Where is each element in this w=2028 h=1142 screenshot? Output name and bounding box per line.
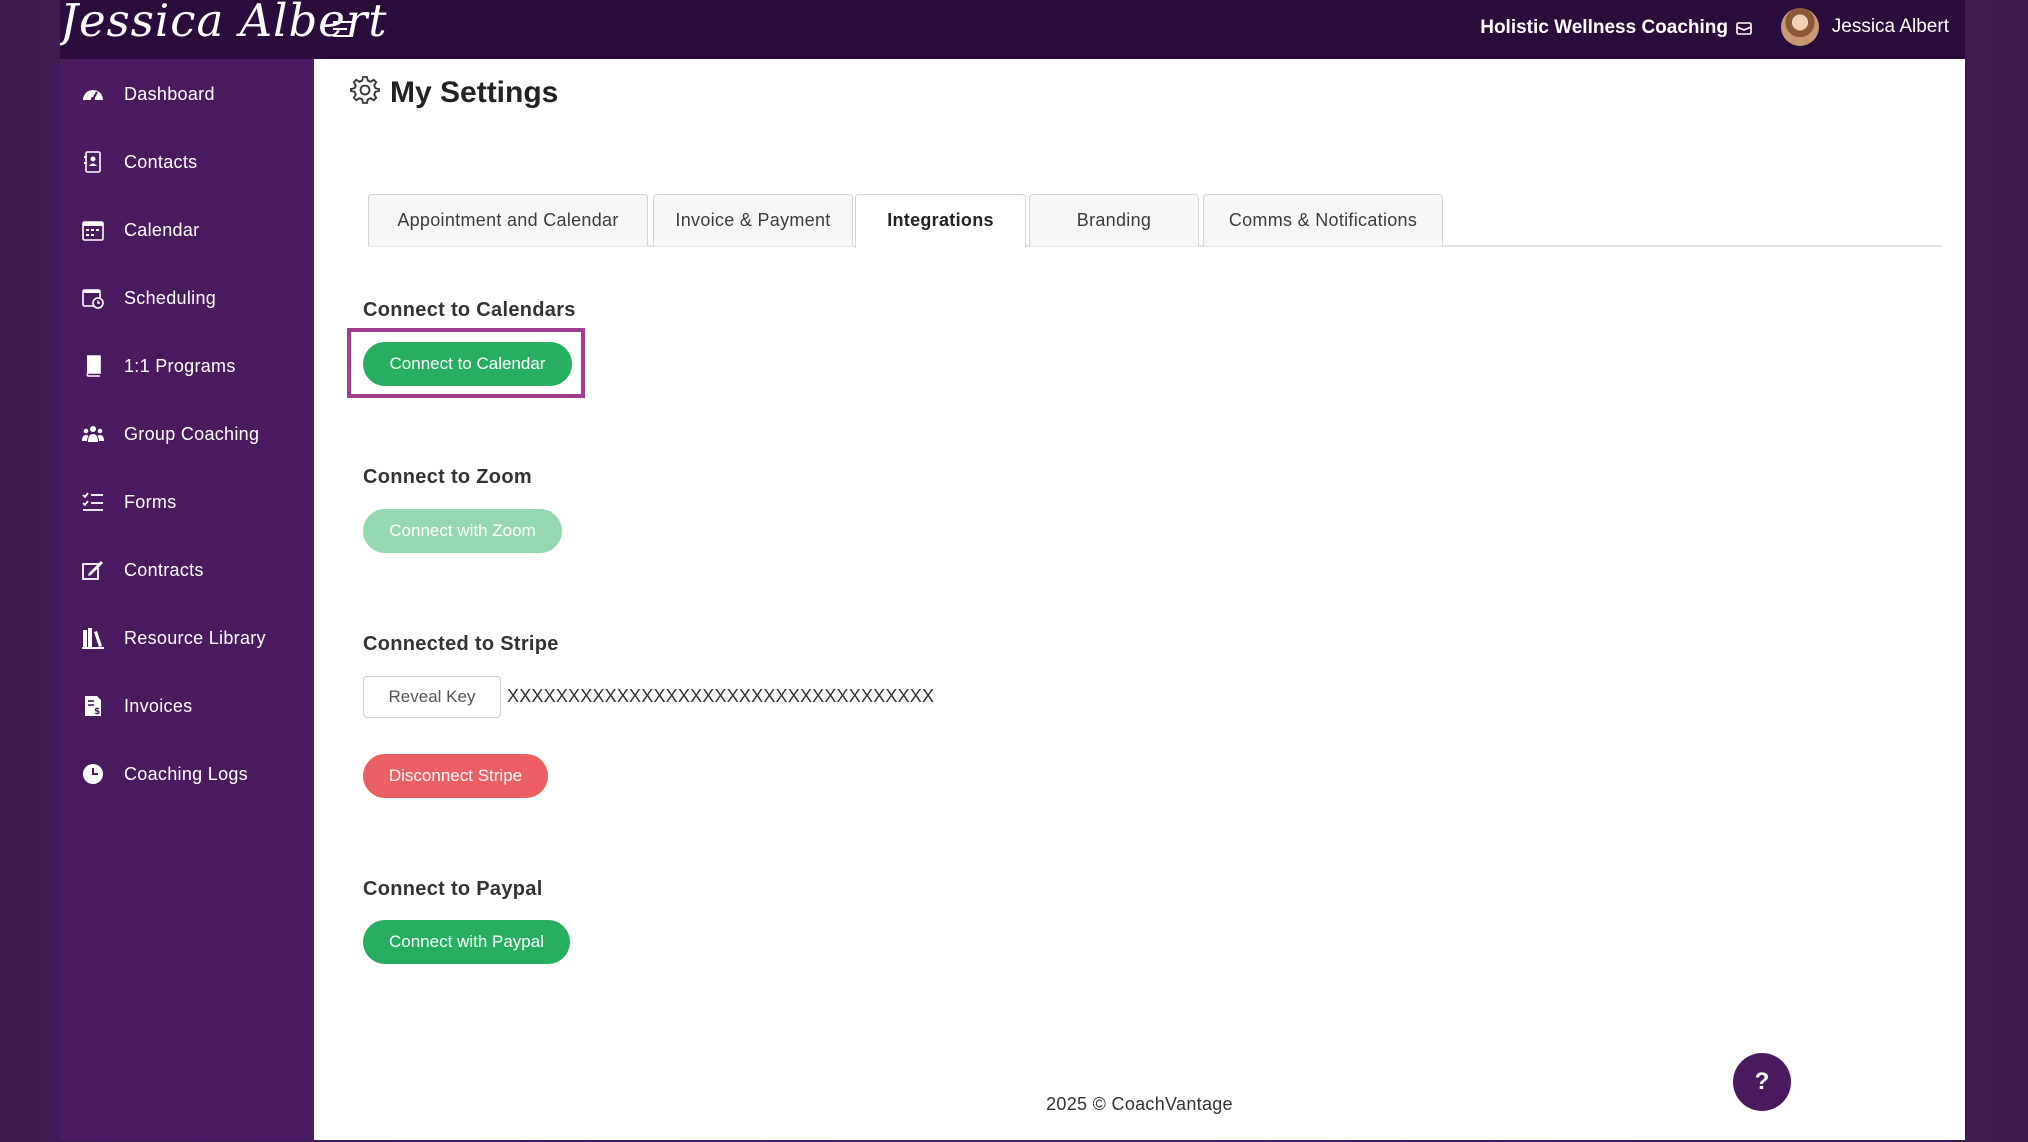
tab-branding[interactable]: Branding <box>1029 194 1199 246</box>
sidebar-item-label: Scheduling <box>124 288 217 308</box>
contacts-icon <box>82 151 104 173</box>
sidebar-item-label: Contacts <box>124 152 198 172</box>
tab-integrations[interactable]: Integrations <box>855 194 1026 248</box>
user-name[interactable]: Jessica Albert <box>1832 16 1949 38</box>
sidebar-item-label: Resource Library <box>124 628 266 648</box>
help-button[interactable]: ? <box>1733 1053 1791 1111</box>
connect-calendar-button[interactable]: Connect to Calendar <box>363 342 572 386</box>
envelope-icon[interactable] <box>1735 19 1753 37</box>
sidebar-item-label: Coaching Logs <box>124 764 248 784</box>
sidebar-item-label: Group Coaching <box>124 424 260 444</box>
sidebar-item-calendar[interactable]: Calendar <box>60 205 314 255</box>
disconnect-stripe-button[interactable]: Disconnect Stripe <box>363 754 548 798</box>
calendars-section-title: Connect to Calendars <box>363 299 576 321</box>
page-title: My Settings <box>390 76 559 109</box>
zoom-section-title: Connect to Zoom <box>363 466 532 488</box>
invoice-icon: $ <box>82 695 104 717</box>
hamburger-menu-icon[interactable] <box>332 18 356 40</box>
sidebar-item-scheduling[interactable]: Scheduling <box>60 273 314 323</box>
tab-appointment-calendar[interactable]: Appointment and Calendar <box>368 194 648 246</box>
sidebar-item-label: Forms <box>124 492 177 512</box>
main-content: My Settings Appointment and Calendar Inv… <box>314 59 1965 1140</box>
sidebar-item-dashboard[interactable]: Dashboard <box>60 69 314 119</box>
top-bar: Jessica Albert Holistic Wellness Coachin… <box>60 0 1965 59</box>
sidebar-item-programs[interactable]: 1:1 Programs <box>60 341 314 391</box>
dashboard-icon <box>82 83 104 105</box>
sidebar-item-contacts[interactable]: Contacts <box>60 137 314 187</box>
svg-text:$: $ <box>94 707 100 717</box>
tab-comms-notifications[interactable]: Comms & Notifications <box>1203 194 1443 246</box>
sidebar: Dashboard Contacts Calendar Scheduling 1… <box>60 59 314 1140</box>
sidebar-item-coaching-logs[interactable]: Coaching Logs <box>60 749 314 799</box>
stripe-key-masked: XXXXXXXXXXXXXXXXXXXXXXXXXXXXXXXXXXX <box>507 686 935 706</box>
connect-zoom-button[interactable]: Connect with Zoom <box>363 509 562 553</box>
sidebar-item-label: Dashboard <box>124 84 215 104</box>
sidebar-item-label: 1:1 Programs <box>124 356 236 376</box>
library-icon <box>82 627 104 649</box>
book-icon <box>82 355 104 377</box>
stripe-section-title: Connected to Stripe <box>363 633 559 655</box>
connect-paypal-button[interactable]: Connect with Paypal <box>363 920 570 964</box>
tab-invoice-payment[interactable]: Invoice & Payment <box>653 194 853 246</box>
sidebar-item-forms[interactable]: Forms <box>60 477 314 527</box>
gear-icon <box>350 75 380 105</box>
calendar-icon <box>82 219 104 241</box>
sidebar-item-label: Contracts <box>124 560 204 580</box>
clock-icon <box>82 763 104 785</box>
brand-logo[interactable]: Jessica Albert <box>60 0 387 60</box>
sidebar-item-label: Invoices <box>124 696 193 716</box>
organization-name[interactable]: Holistic Wellness Coaching <box>1480 17 1728 39</box>
app-window: Jessica Albert Holistic Wellness Coachin… <box>60 0 1965 1140</box>
footer-copyright: 2025 © CoachVantage <box>1046 1094 1233 1114</box>
sidebar-item-group-coaching[interactable]: Group Coaching <box>60 409 314 459</box>
user-avatar[interactable] <box>1781 8 1819 46</box>
signature-icon <box>82 559 104 581</box>
reveal-key-button[interactable]: Reveal Key <box>363 676 501 718</box>
forms-icon <box>82 491 104 513</box>
group-icon <box>82 423 104 445</box>
sidebar-item-label: Calendar <box>124 220 200 240</box>
sidebar-item-resource-library[interactable]: Resource Library <box>60 613 314 663</box>
sidebar-item-contracts[interactable]: Contracts <box>60 545 314 595</box>
paypal-section-title: Connect to Paypal <box>363 878 543 900</box>
sidebar-item-invoices[interactable]: $ Invoices <box>60 681 314 731</box>
scheduling-icon <box>82 287 104 309</box>
